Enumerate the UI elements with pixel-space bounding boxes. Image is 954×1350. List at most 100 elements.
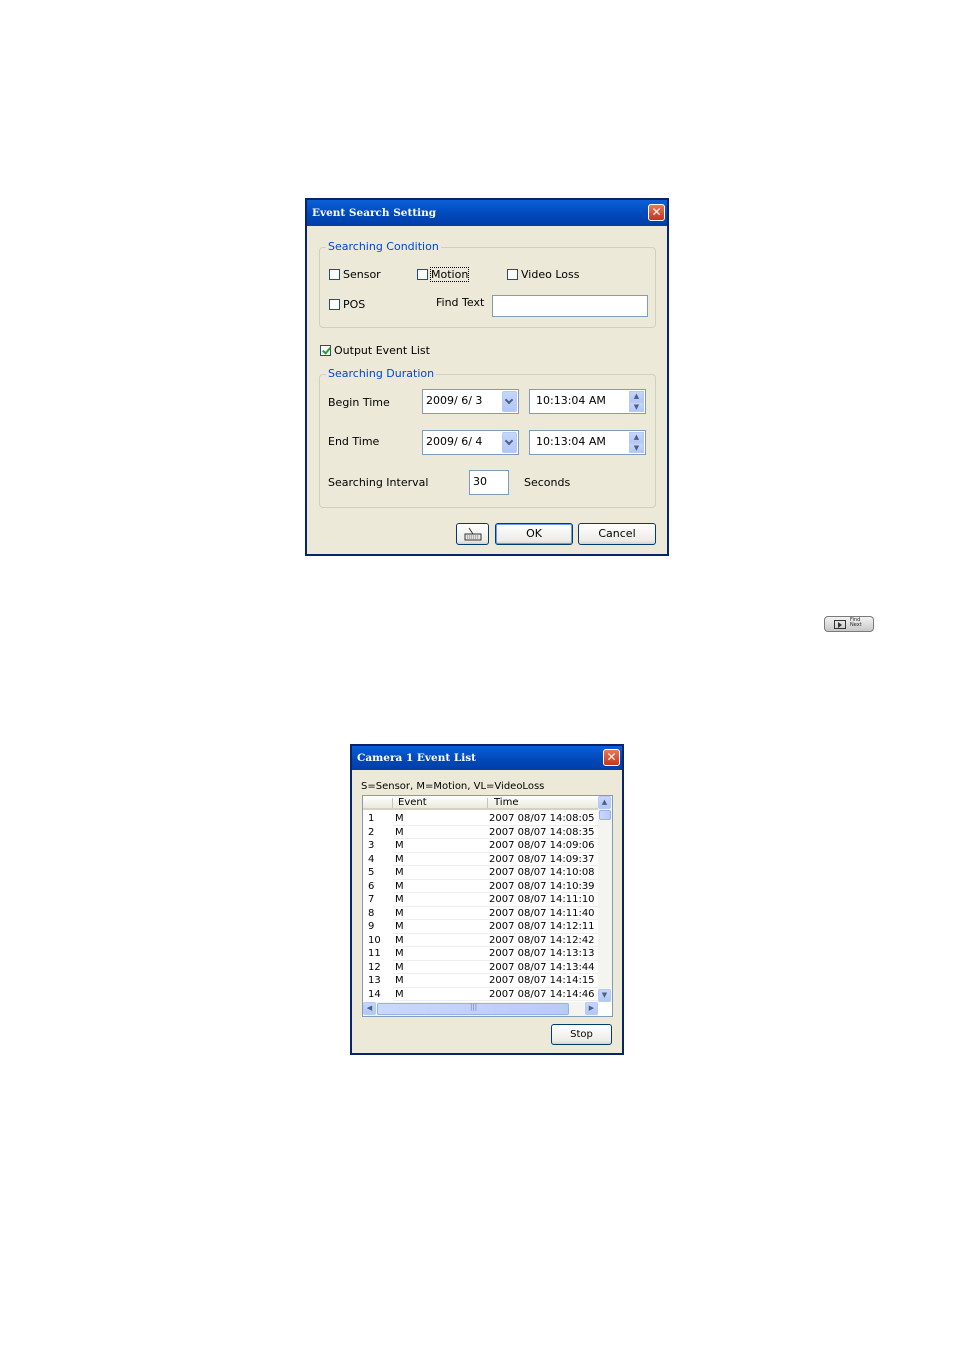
chevron-down-icon[interactable] bbox=[502, 432, 517, 453]
stop-button[interactable]: Stop bbox=[551, 1024, 612, 1045]
pos-checkbox[interactable] bbox=[329, 299, 340, 310]
event-list-title: Camera 1 Event List bbox=[357, 752, 476, 764]
pos-label[interactable]: POS bbox=[343, 298, 365, 311]
event-list-dialog: Camera 1 Event List ✕ S=Sensor, M=Motion… bbox=[350, 744, 624, 1055]
row-time-cell: 2007 08/07 14:09:06 bbox=[489, 840, 595, 851]
row-time-cell: 2007 08/07 14:11:10 bbox=[489, 894, 595, 905]
row-index-cell: 12 bbox=[368, 961, 381, 973]
row-time-cell: 2007 08/07 14:10:08 bbox=[489, 867, 595, 878]
table-row[interactable]: 11 M 2007 08/07 14:13:13 bbox=[363, 947, 599, 961]
spin-up-icon[interactable]: ▲ bbox=[629, 391, 644, 402]
ok-button[interactable]: OK bbox=[495, 523, 573, 545]
row-index-cell: 13 bbox=[368, 975, 381, 986]
end-date-picker[interactable]: 2009/ 6/ 4 bbox=[422, 430, 519, 455]
sensor-label[interactable]: Sensor bbox=[343, 268, 381, 281]
row-event-cell: M bbox=[395, 948, 404, 959]
close-icon[interactable]: ✕ bbox=[603, 749, 620, 766]
vertical-scroll-thumb[interactable] bbox=[599, 810, 611, 820]
row-time-cell: 2007 08/07 14:14:15 bbox=[489, 975, 595, 986]
row-event-cell: M bbox=[395, 921, 404, 932]
row-event-cell: M bbox=[395, 826, 404, 838]
table-row[interactable]: 6 M 2007 08/07 14:10:39 bbox=[363, 880, 599, 893]
searching-interval-input[interactable]: 30 bbox=[469, 470, 509, 495]
end-date-value: 2009/ 6/ 4 bbox=[426, 435, 483, 448]
seconds-label: Seconds bbox=[524, 476, 571, 489]
keyboard-button[interactable] bbox=[456, 523, 489, 545]
searching-duration-group: Searching Duration Begin Time 2009/ 6/ 3… bbox=[319, 367, 656, 508]
event-list-table[interactable]: Event Time 1 M 2007 08/07 14:08:05 2 M 2007 0… bbox=[362, 795, 613, 1017]
row-event-cell: M bbox=[395, 853, 404, 865]
sensor-checkbox[interactable] bbox=[329, 269, 340, 280]
output-event-list-label[interactable]: Output Event List bbox=[334, 344, 430, 357]
row-index-cell: 5 bbox=[368, 867, 375, 878]
scroll-up-icon[interactable]: ▲ bbox=[598, 796, 611, 809]
vertical-scrollbar[interactable]: ▲ ▼ bbox=[598, 796, 612, 1002]
motion-checkbox[interactable] bbox=[417, 269, 428, 280]
table-row[interactable]: 12 M 2007 08/07 14:13:44 bbox=[363, 961, 599, 974]
table-row[interactable]: 7 M 2007 08/07 14:11:10 bbox=[363, 893, 599, 907]
row-index-cell: 2 bbox=[368, 826, 375, 838]
searching-condition-group: Searching Condition Sensor Motion Video … bbox=[319, 240, 656, 328]
find-next-button[interactable]: Find Next bbox=[824, 616, 874, 632]
horizontal-scrollbar[interactable]: ◀ ||| ▶ bbox=[363, 1002, 598, 1016]
row-time-cell: 2007 08/07 14:11:40 bbox=[489, 907, 595, 919]
spin-down-icon[interactable]: ▼ bbox=[629, 442, 644, 453]
video-loss-label[interactable]: Video Loss bbox=[521, 268, 579, 281]
find-text-label: Find Text bbox=[436, 296, 485, 309]
column-header-event[interactable]: Event bbox=[398, 797, 427, 808]
scroll-right-icon[interactable]: ▶ bbox=[585, 1002, 598, 1015]
scroll-down-icon[interactable]: ▼ bbox=[598, 989, 611, 1002]
row-index-cell: 1 bbox=[368, 813, 375, 824]
table-row[interactable]: 3 M 2007 08/07 14:09:06 bbox=[363, 839, 599, 853]
row-time-cell: 2007 08/07 14:08:35 bbox=[489, 826, 595, 838]
event-search-setting-dialog: Event Search Setting ✕ Searching Conditi… bbox=[305, 198, 669, 556]
table-row[interactable]: 14 M 2007 08/07 14:14:46 bbox=[363, 988, 599, 1001]
scroll-left-icon[interactable]: ◀ bbox=[363, 1002, 376, 1015]
row-index-cell: 6 bbox=[368, 880, 375, 892]
row-event-cell: M bbox=[395, 934, 404, 946]
begin-date-picker[interactable]: 2009/ 6/ 3 bbox=[422, 389, 519, 414]
chevron-down-icon[interactable] bbox=[502, 391, 517, 412]
table-header: Event Time bbox=[363, 796, 599, 810]
table-row[interactable]: 5 M 2007 08/07 14:10:08 bbox=[363, 866, 599, 880]
row-event-cell: M bbox=[395, 880, 404, 892]
table-row[interactable]: 13 M 2007 08/07 14:14:15 bbox=[363, 974, 599, 988]
close-icon[interactable]: ✕ bbox=[648, 204, 665, 221]
row-index-cell: 7 bbox=[368, 894, 375, 905]
cancel-button[interactable]: Cancel bbox=[578, 523, 656, 545]
searching-condition-legend: Searching Condition bbox=[326, 240, 441, 253]
horizontal-scroll-thumb[interactable]: ||| bbox=[377, 1003, 569, 1015]
searching-interval-label: Searching Interval bbox=[328, 476, 429, 489]
video-loss-checkbox[interactable] bbox=[507, 269, 518, 280]
end-time-spinner[interactable]: 10:13:04 AM ▲ ▼ bbox=[529, 430, 646, 455]
begin-time-spinner[interactable]: 10:13:04 AM ▲ ▼ bbox=[529, 389, 646, 414]
find-next-label: Find Next bbox=[850, 617, 862, 628]
spin-up-icon[interactable]: ▲ bbox=[629, 432, 644, 443]
row-time-cell: 2007 08/07 14:08:05 bbox=[489, 813, 595, 824]
motion-label[interactable]: Motion bbox=[429, 267, 470, 282]
dialog-titlebar[interactable]: Event Search Setting ✕ bbox=[307, 200, 667, 226]
output-event-list-checkbox[interactable] bbox=[320, 345, 331, 356]
find-text-input[interactable] bbox=[492, 295, 648, 317]
table-row[interactable]: 4 M 2007 08/07 14:09:37 bbox=[363, 853, 599, 866]
row-index-cell: 10 bbox=[368, 934, 381, 946]
table-row[interactable]: 10 M 2007 08/07 14:12:42 bbox=[363, 934, 599, 947]
table-row[interactable]: 2 M 2007 08/07 14:08:35 bbox=[363, 826, 599, 839]
event-legend-text: S=Sensor, M=Motion, VL=VideoLoss bbox=[361, 781, 545, 792]
event-list-titlebar[interactable]: Camera 1 Event List ✕ bbox=[352, 746, 622, 770]
end-time-value: 10:13:04 AM bbox=[536, 435, 606, 448]
spin-down-icon[interactable]: ▼ bbox=[629, 401, 644, 412]
row-time-cell: 2007 08/07 14:10:39 bbox=[489, 880, 595, 892]
row-time-cell: 2007 08/07 14:13:44 bbox=[489, 961, 595, 973]
table-row[interactable]: 1 M 2007 08/07 14:08:05 bbox=[363, 812, 599, 826]
column-header-time[interactable]: Time bbox=[494, 797, 518, 808]
row-index-cell: 3 bbox=[368, 840, 375, 851]
table-row[interactable]: 9 M 2007 08/07 14:12:11 bbox=[363, 920, 599, 934]
row-event-cell: M bbox=[395, 988, 404, 1000]
row-time-cell: 2007 08/07 14:12:11 bbox=[489, 921, 595, 932]
table-row[interactable]: 8 M 2007 08/07 14:11:40 bbox=[363, 907, 599, 920]
end-time-label: End Time bbox=[328, 435, 380, 448]
row-time-cell: 2007 08/07 14:13:13 bbox=[489, 948, 595, 959]
row-time-cell: 2007 08/07 14:12:42 bbox=[489, 934, 595, 946]
row-index-cell: 4 bbox=[368, 853, 375, 865]
